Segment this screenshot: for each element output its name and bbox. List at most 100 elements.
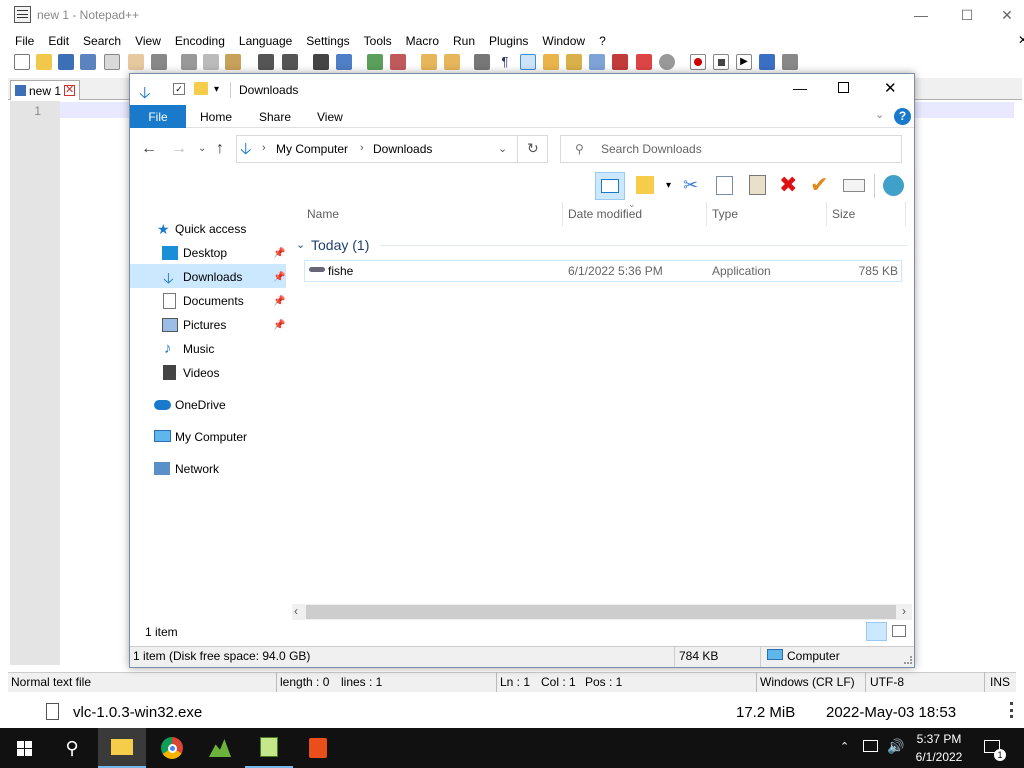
start-button[interactable] xyxy=(0,728,48,768)
show-hidden-icons-icon[interactable]: ⌃ xyxy=(840,740,849,753)
close-button[interactable]: ✕ xyxy=(990,0,1024,30)
pin-icon[interactable]: 📌 xyxy=(273,320,285,331)
menu-tools[interactable]: Tools xyxy=(357,31,399,51)
word-wrap-icon[interactable] xyxy=(474,54,490,70)
globe-icon[interactable] xyxy=(883,175,904,196)
breadcrumb-my-computer[interactable]: My Computer xyxy=(276,142,348,156)
new-item-dropdown-icon[interactable]: ▾ xyxy=(666,180,671,191)
nav-desktop[interactable]: Desktop xyxy=(183,246,227,260)
nav-onedrive[interactable]: OneDrive xyxy=(175,398,226,412)
find-icon[interactable] xyxy=(313,54,329,70)
new-file-icon[interactable] xyxy=(14,54,30,70)
recent-locations-icon[interactable]: ⌄ xyxy=(198,143,206,154)
record-macro-icon[interactable] xyxy=(659,54,675,70)
zoom-out-icon[interactable] xyxy=(390,54,406,70)
indent-guide-icon[interactable] xyxy=(520,54,536,70)
menu-help[interactable]: ? xyxy=(592,31,613,51)
open-file-icon[interactable] xyxy=(36,54,52,70)
chrome-icon[interactable] xyxy=(148,728,196,768)
save-all-icon[interactable] xyxy=(80,54,96,70)
column-date-modified[interactable]: Date modified xyxy=(568,207,642,221)
up-arrow-icon[interactable]: ↑ xyxy=(216,140,224,158)
column-name[interactable]: Name xyxy=(307,207,339,221)
run-macro-multiple-icon[interactable] xyxy=(759,54,775,70)
menu-plugins[interactable]: Plugins xyxy=(482,31,535,51)
preview-pane-icon[interactable] xyxy=(595,172,625,200)
explorer-maximize-button[interactable] xyxy=(838,82,849,93)
details-view-icon[interactable] xyxy=(866,622,887,641)
menu-close-icon[interactable]: ✕ xyxy=(1018,33,1024,47)
new-folder-icon[interactable] xyxy=(194,82,208,95)
minimize-button[interactable]: — xyxy=(898,0,944,30)
zoom-in-icon[interactable] xyxy=(367,54,383,70)
column-type[interactable]: Type xyxy=(712,207,738,221)
forward-arrow-icon[interactable]: → xyxy=(171,140,187,158)
volume-icon[interactable]: 🔊 xyxy=(887,738,904,755)
nav-quick-access[interactable]: Quick access xyxy=(175,222,246,236)
column-size[interactable]: Size xyxy=(832,207,855,221)
redo-icon[interactable] xyxy=(282,54,298,70)
ribbon-tab-file[interactable]: File xyxy=(130,105,186,128)
monitoring-icon[interactable] xyxy=(636,54,652,70)
address-dropdown-icon[interactable]: ⌄ xyxy=(498,142,507,155)
cut-icon[interactable]: ✂ xyxy=(683,175,698,196)
maximize-button[interactable]: ☐ xyxy=(944,0,990,30)
ribbon-tab-home[interactable]: Home xyxy=(200,110,232,124)
document-map-icon[interactable] xyxy=(566,54,582,70)
paste-icon[interactable] xyxy=(225,54,241,70)
close-tab-icon[interactable]: ✕ xyxy=(64,85,76,96)
more-options-icon[interactable] xyxy=(1010,702,1013,718)
refresh-icon[interactable]: ↻ xyxy=(527,140,539,157)
undo-icon[interactable] xyxy=(258,54,274,70)
new-item-icon[interactable] xyxy=(636,176,654,194)
nav-music[interactable]: Music xyxy=(183,342,214,356)
sync-horizontal-icon[interactable] xyxy=(444,54,460,70)
clock-date[interactable]: 6/1/2022 xyxy=(904,750,974,764)
menu-encoding[interactable]: Encoding xyxy=(168,31,232,51)
resize-grip-icon[interactable] xyxy=(904,656,912,664)
scroll-right-icon[interactable]: › xyxy=(902,604,906,618)
large-icons-view-icon[interactable] xyxy=(892,625,906,637)
breadcrumb-downloads[interactable]: Downloads xyxy=(373,142,432,156)
file-name[interactable]: fishe xyxy=(328,264,353,278)
explorer-minimize-button[interactable]: — xyxy=(793,80,807,96)
menu-language[interactable]: Language xyxy=(232,31,299,51)
quick-access-dropdown-icon[interactable]: ▾ xyxy=(214,84,219,95)
pin-icon[interactable]: 📌 xyxy=(273,296,285,307)
rename-icon[interactable] xyxy=(843,179,865,192)
start-recording-icon[interactable] xyxy=(690,54,706,70)
playback-icon[interactable]: ▶ xyxy=(736,54,752,70)
user-language-icon[interactable] xyxy=(543,54,559,70)
menu-search[interactable]: Search xyxy=(76,31,128,51)
search-input[interactable]: Search Downloads xyxy=(601,142,702,156)
close-all-icon[interactable] xyxy=(128,54,144,70)
nav-videos[interactable]: Videos xyxy=(183,366,219,380)
pin-icon[interactable]: 📌 xyxy=(273,272,285,283)
replace-icon[interactable] xyxy=(336,54,352,70)
pin-icon[interactable]: 📌 xyxy=(273,248,285,259)
expand-ribbon-icon[interactable]: ⌄ xyxy=(875,108,884,121)
collapse-group-icon[interactable]: ⌄ xyxy=(296,238,305,251)
ribbon-tab-view[interactable]: View xyxy=(317,110,343,124)
menu-view[interactable]: View xyxy=(128,31,168,51)
network-status-icon[interactable] xyxy=(863,740,878,752)
notepad-plus-plus-taskbar-icon[interactable] xyxy=(245,728,293,768)
delete-icon[interactable]: ✖ xyxy=(779,172,797,198)
close-file-icon[interactable] xyxy=(104,54,120,70)
nav-my-computer[interactable]: My Computer xyxy=(175,430,247,444)
nav-downloads[interactable]: Downloads xyxy=(183,270,242,284)
tab-new-1[interactable]: new 1 ✕ xyxy=(10,80,80,100)
ribbon-tab-share[interactable]: Share xyxy=(259,110,291,124)
download-filename[interactable]: vlc-1.0.3-win32.exe xyxy=(73,704,202,721)
search-icon[interactable]: ⚲ xyxy=(48,728,96,768)
menu-settings[interactable]: Settings xyxy=(299,31,356,51)
help-icon[interactable]: ? xyxy=(894,108,911,125)
back-arrow-icon[interactable]: ← xyxy=(141,140,157,158)
scrollbar-thumb[interactable] xyxy=(306,605,896,619)
copy-icon[interactable] xyxy=(203,54,219,70)
explorer-close-button[interactable]: ✕ xyxy=(884,79,897,97)
save-icon[interactable] xyxy=(58,54,74,70)
paste-icon[interactable] xyxy=(749,175,766,195)
winamp-icon[interactable] xyxy=(196,728,244,768)
folder-workspace-icon[interactable] xyxy=(612,54,628,70)
